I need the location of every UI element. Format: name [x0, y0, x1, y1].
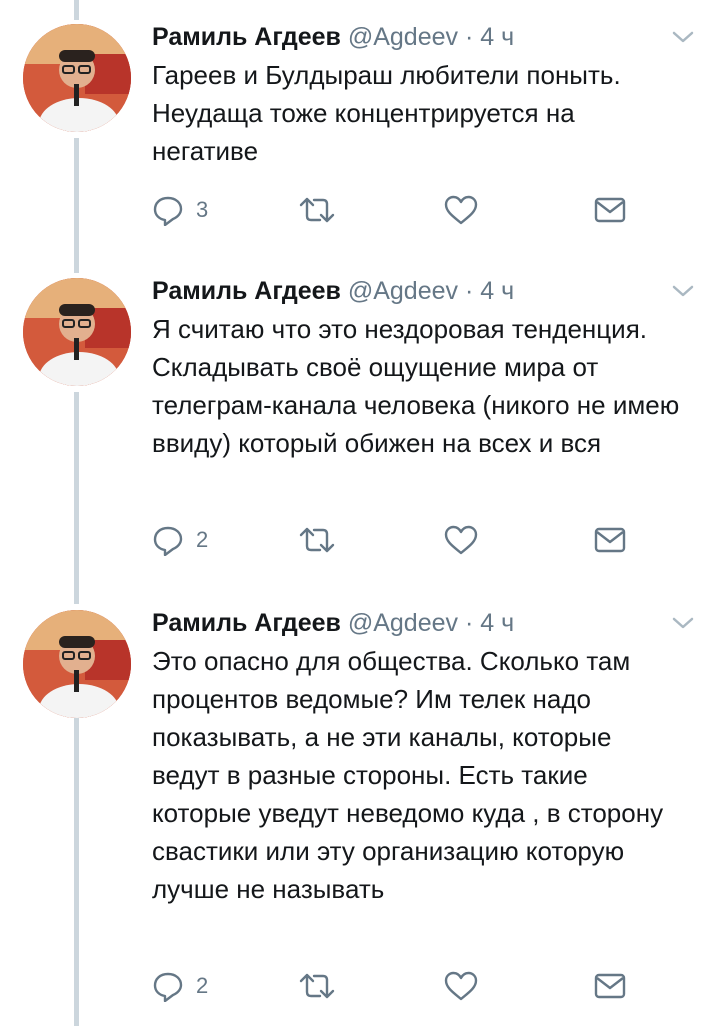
timestamp[interactable]: 4 ч: [480, 23, 514, 51]
envelope-icon: [594, 526, 626, 554]
author-handle[interactable]: @Agdeev: [348, 277, 458, 305]
tweet-actions: 2: [152, 522, 632, 558]
retweet-icon: [298, 194, 336, 226]
author-name[interactable]: Рамиль Агдеев: [152, 23, 341, 51]
chevron-down-icon[interactable]: [670, 614, 696, 632]
reply-icon: [152, 194, 184, 226]
dm-button[interactable]: [594, 192, 626, 228]
reply-button[interactable]: 3: [152, 192, 208, 228]
avatar[interactable]: [23, 24, 131, 132]
reply-icon: [152, 970, 184, 1002]
author-handle[interactable]: @Agdeev: [348, 609, 458, 637]
chevron-down-icon[interactable]: [670, 282, 696, 300]
avatar[interactable]: [23, 610, 131, 718]
reply-count: 2: [196, 527, 209, 552]
tweet-actions: 3: [152, 192, 632, 228]
retweet-button[interactable]: [298, 968, 348, 1004]
author-handle[interactable]: @Agdeev: [348, 23, 458, 51]
separator: ·: [464, 609, 474, 637]
reply-icon: [152, 524, 184, 556]
reply-count: 3: [196, 197, 209, 222]
reply-button[interactable]: 2: [152, 522, 208, 558]
like-button[interactable]: [444, 968, 490, 1004]
retweet-button[interactable]: [298, 522, 348, 558]
dm-button[interactable]: [594, 522, 626, 558]
retweet-icon: [298, 524, 336, 556]
envelope-icon: [594, 972, 626, 1000]
avatar[interactable]: [23, 278, 131, 386]
heart-icon: [444, 970, 478, 1002]
author-name[interactable]: Рамиль Агдеев: [152, 609, 341, 637]
timestamp[interactable]: 4 ч: [480, 609, 514, 637]
like-button[interactable]: [444, 522, 490, 558]
reply-button[interactable]: 2: [152, 968, 208, 1004]
tweet-header: Рамиль Агдеев @Agdeev · 4 ч: [152, 606, 514, 640]
tweet-text: Я считаю что это нездоровая тенденция. С…: [152, 314, 680, 458]
separator: ·: [464, 277, 474, 305]
dm-button[interactable]: [594, 968, 626, 1004]
like-button[interactable]: [444, 192, 490, 228]
tweet[interactable]: Рамиль Агдеев @Agdeev · 4 ч Я считаю что…: [0, 254, 710, 584]
tweet[interactable]: Рамиль Агдеев @Agdeev · 4 ч Гареев и Бул…: [0, 0, 710, 258]
retweet-button[interactable]: [298, 192, 348, 228]
chevron-down-icon[interactable]: [670, 28, 696, 46]
envelope-icon: [594, 196, 626, 224]
heart-icon: [444, 524, 478, 556]
tweet-text: Гареев и Булдыраш любители поныть. Неуда…: [152, 60, 621, 166]
tweet[interactable]: Рамиль Агдеев @Agdeev · 4 ч Это опасно д…: [0, 586, 710, 1026]
heart-icon: [444, 194, 478, 226]
tweet-actions: 2: [152, 968, 632, 1004]
tweet-header: Рамиль Агдеев @Agdeev · 4 ч: [152, 274, 514, 308]
retweet-icon: [298, 970, 336, 1002]
author-name[interactable]: Рамиль Агдеев: [152, 277, 341, 305]
timestamp[interactable]: 4 ч: [480, 277, 514, 305]
tweet-text: Это опасно для общества. Сколько там про…: [152, 646, 664, 904]
reply-count: 2: [196, 973, 209, 998]
separator: ·: [464, 23, 474, 51]
tweet-header: Рамиль Агдеев @Agdeev · 4 ч: [152, 20, 514, 54]
